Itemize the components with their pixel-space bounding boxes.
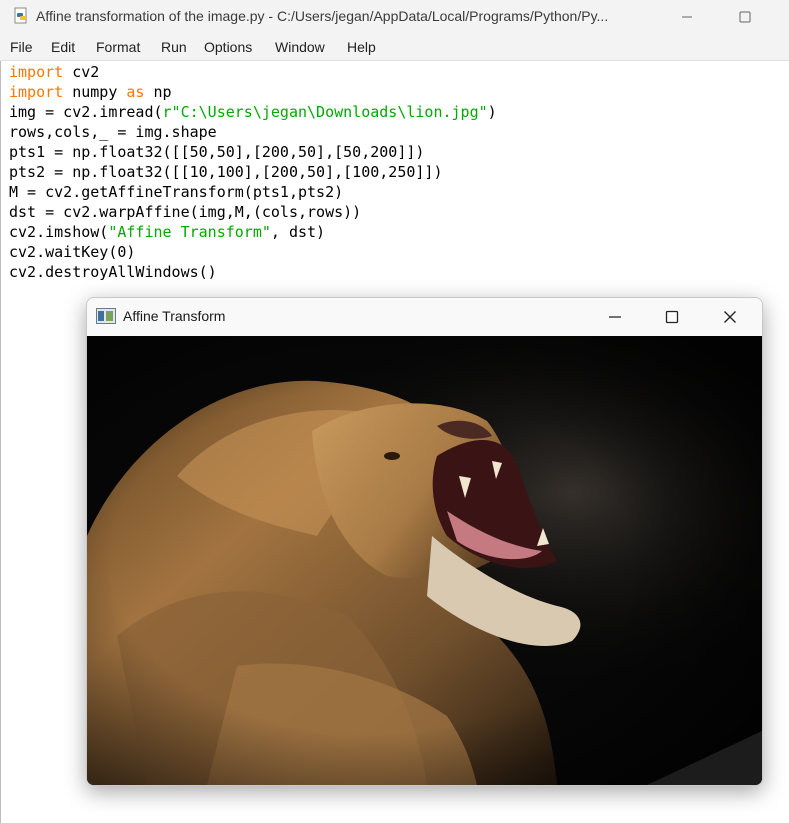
code-text: pts1 = np.float32([[50,50],[200,50],[50,… bbox=[9, 143, 425, 161]
code-line[interactable]: cv2.waitKey(0) bbox=[9, 242, 497, 262]
code-text: ) bbox=[487, 103, 497, 121]
minimize-button[interactable] bbox=[664, 4, 710, 30]
cv-minimize-button[interactable] bbox=[587, 300, 643, 334]
cv-maximize-button[interactable] bbox=[644, 300, 700, 334]
python-file-icon bbox=[14, 7, 27, 24]
menu-format[interactable]: Format bbox=[96, 39, 140, 55]
code-text: rows,cols,_ = img.shape bbox=[9, 123, 217, 141]
code-keyword: import bbox=[9, 83, 64, 101]
code-text: cv2 bbox=[63, 63, 100, 81]
code-text: pts2 = np.float32([[10,100],[200,50],[10… bbox=[9, 163, 443, 181]
minimize-icon bbox=[609, 316, 621, 318]
code-keyword: as bbox=[126, 83, 145, 101]
menu-help[interactable]: Help bbox=[347, 39, 376, 55]
code-line[interactable]: M = cv2.getAffineTransform(pts1,pts2) bbox=[9, 182, 497, 202]
menu-bar: File Edit Format Run Options Window Help bbox=[0, 34, 789, 61]
cv-window-title: Affine Transform bbox=[123, 308, 226, 324]
code-text: numpy bbox=[63, 83, 127, 101]
code-line[interactable]: cv2.imshow("Affine Transform", dst) bbox=[9, 222, 497, 242]
menu-window[interactable]: Window bbox=[275, 39, 325, 55]
transformed-image-canvas bbox=[87, 336, 762, 785]
code-text: np bbox=[144, 83, 172, 101]
code-line[interactable]: import cv2 bbox=[9, 62, 497, 82]
maximize-button[interactable] bbox=[722, 4, 768, 30]
code-string: r"C:\Users\jegan\Downloads\lion.jpg" bbox=[162, 103, 488, 121]
cv-titlebar: Affine Transform bbox=[87, 298, 762, 335]
code-line[interactable]: import numpy as np bbox=[9, 82, 497, 102]
close-icon bbox=[724, 311, 736, 323]
affine-transform-window: Affine Transform bbox=[86, 297, 763, 786]
cv-close-button[interactable] bbox=[702, 300, 758, 334]
menu-file[interactable]: File bbox=[10, 39, 33, 55]
code-line[interactable]: rows,cols,_ = img.shape bbox=[9, 122, 497, 142]
code-text: M = cv2.getAffineTransform(pts1,pts2) bbox=[9, 183, 344, 201]
code-text: cv2.waitKey(0) bbox=[9, 243, 136, 261]
code-text: dst = cv2.warpAffine(img,M,(cols,rows)) bbox=[9, 203, 362, 221]
source-code[interactable]: import cv2 import numpy as np img = cv2.im… bbox=[9, 62, 497, 282]
code-line[interactable]: cv2.destroyAllWindows() bbox=[9, 262, 497, 282]
lion-image bbox=[87, 336, 762, 785]
code-line[interactable]: pts2 = np.float32([[10,100],[200,50],[10… bbox=[9, 162, 497, 182]
menu-edit[interactable]: Edit bbox=[51, 39, 75, 55]
code-keyword: import bbox=[9, 63, 64, 81]
code-text: cv2.destroyAllWindows() bbox=[9, 263, 217, 281]
code-line[interactable]: pts1 = np.float32([[50,50],[200,50],[50,… bbox=[9, 142, 497, 162]
idle-window-title: Affine transformation of the image.py - … bbox=[36, 8, 609, 24]
code-text: img = cv2.imread( bbox=[9, 103, 163, 121]
idle-titlebar: Affine transformation of the image.py - … bbox=[0, 0, 789, 34]
code-text: , dst) bbox=[270, 223, 326, 241]
minimize-icon bbox=[682, 16, 692, 18]
code-line[interactable]: img = cv2.imread(r"C:\Users\jegan\Downlo… bbox=[9, 102, 497, 122]
code-line[interactable]: dst = cv2.warpAffine(img,M,(cols,rows)) bbox=[9, 202, 497, 222]
image-window-icon bbox=[96, 308, 116, 324]
code-string: "Affine Transform" bbox=[108, 223, 271, 241]
maximize-icon bbox=[739, 11, 751, 23]
maximize-icon bbox=[665, 310, 679, 324]
code-text: cv2.imshow( bbox=[9, 223, 109, 241]
menu-run[interactable]: Run bbox=[161, 39, 187, 55]
menu-options[interactable]: Options bbox=[204, 39, 252, 55]
